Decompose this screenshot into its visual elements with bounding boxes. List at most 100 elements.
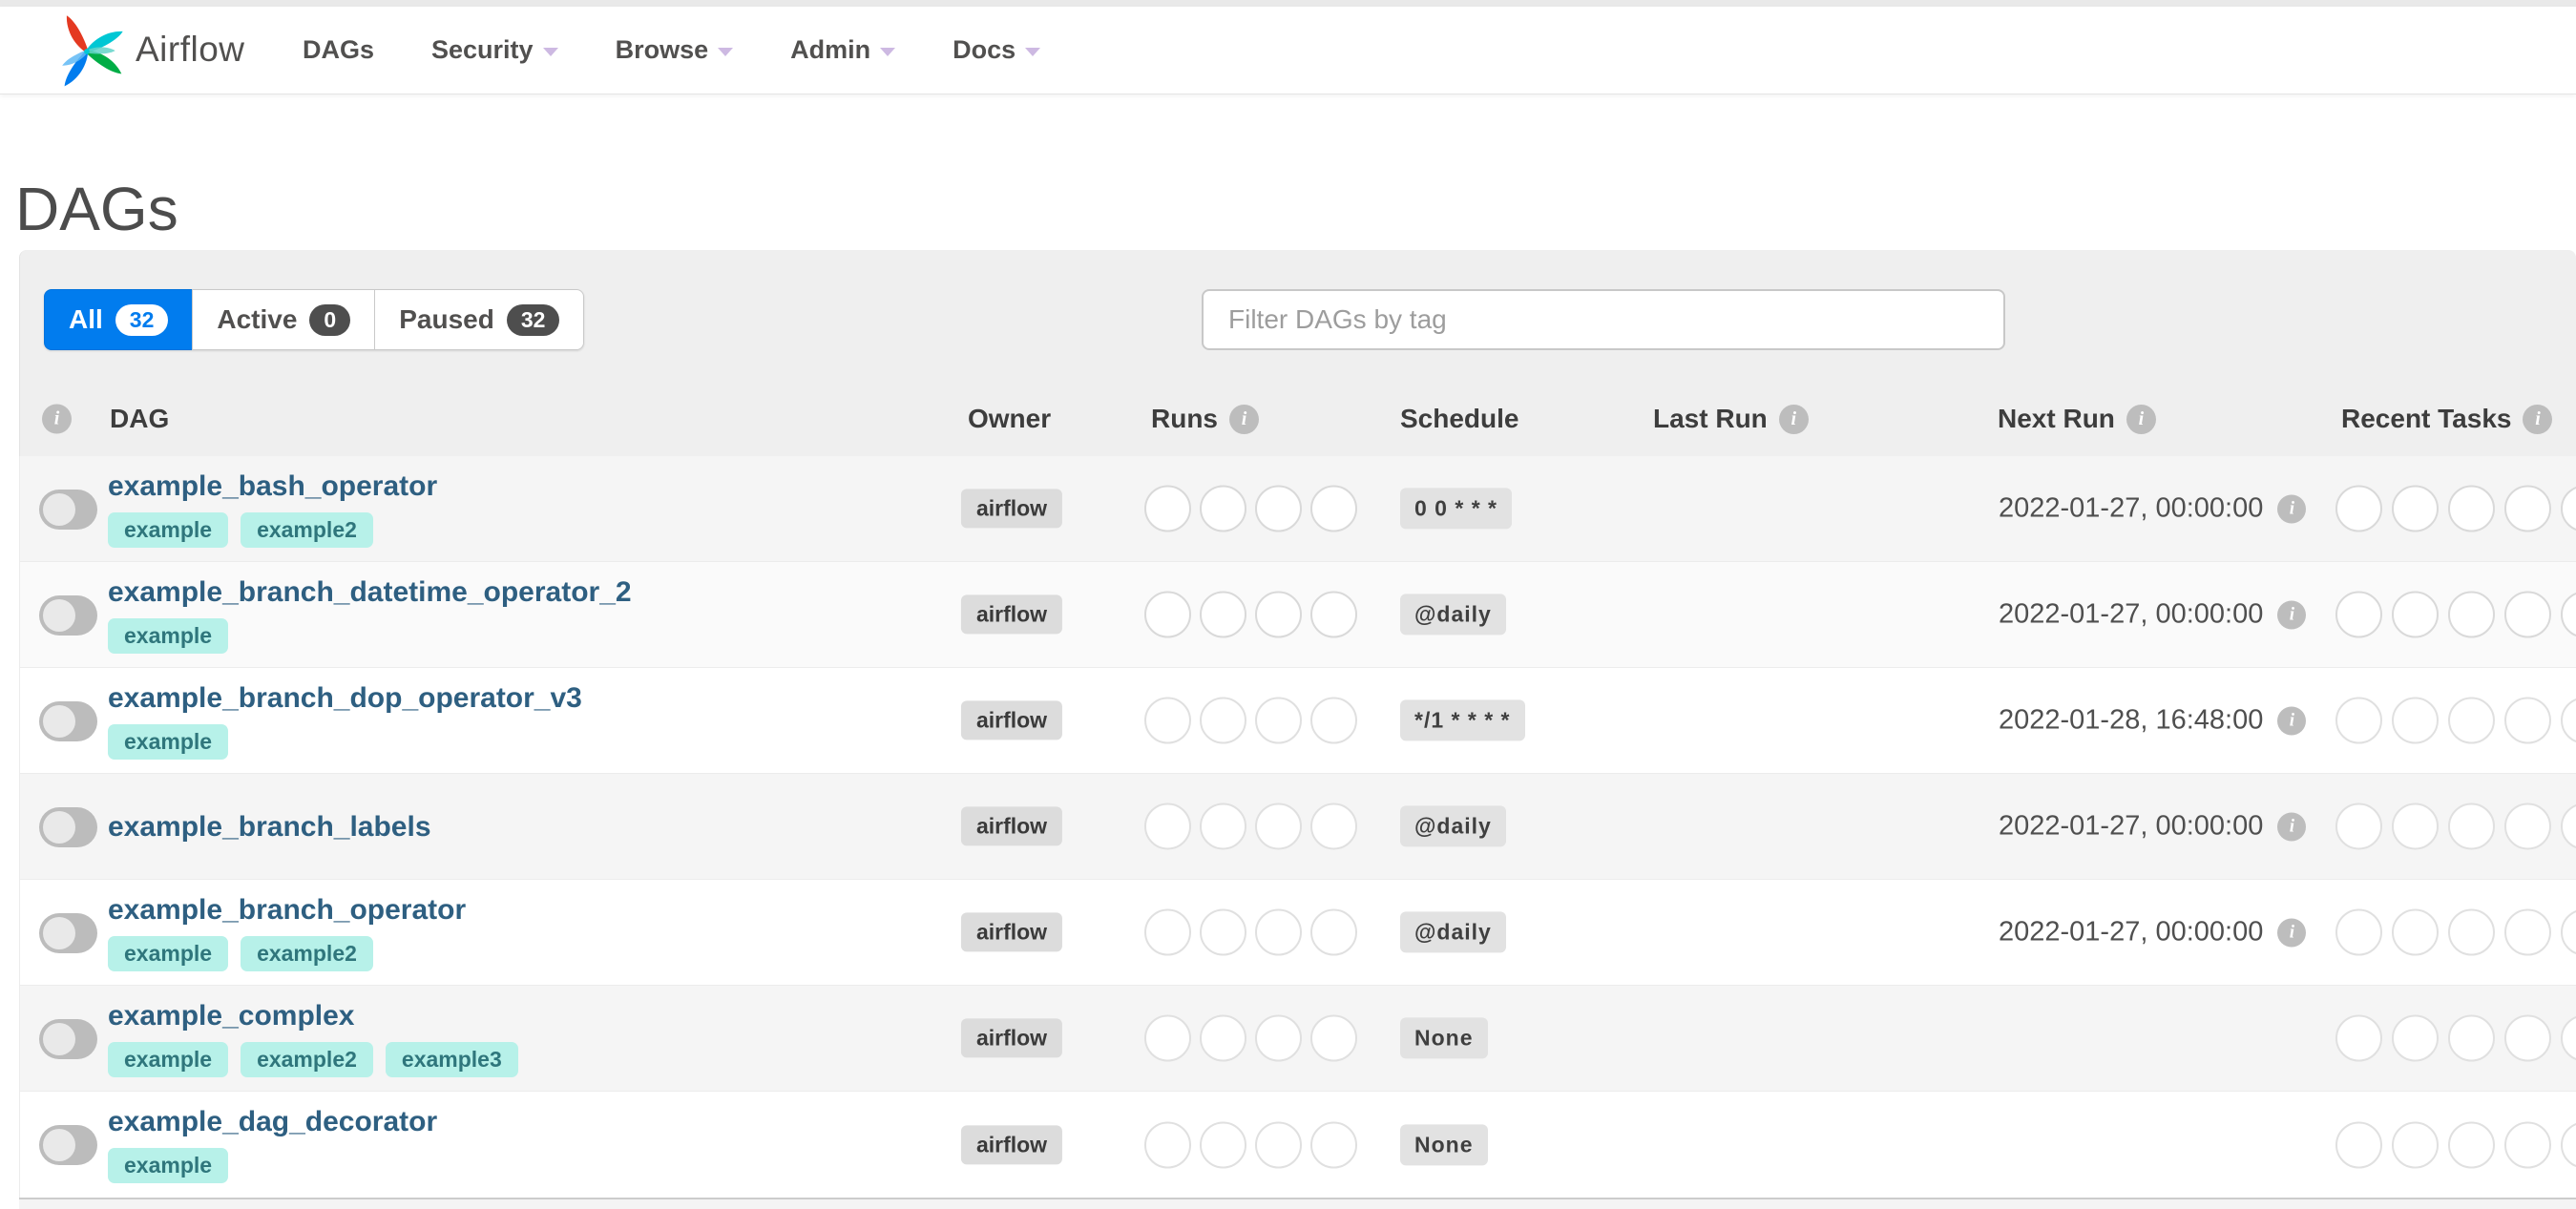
run-status-circle[interactable] bbox=[1310, 1121, 1357, 1168]
nav-item-dags[interactable]: DAGs bbox=[303, 35, 374, 65]
run-status-circle[interactable] bbox=[1200, 1121, 1246, 1168]
recent-task-circle[interactable] bbox=[2392, 485, 2439, 532]
recent-task-circle[interactable] bbox=[2392, 1121, 2439, 1168]
owner-badge[interactable]: airflow bbox=[960, 806, 1063, 846]
dag-tag[interactable]: example bbox=[108, 723, 229, 761]
dag-tag[interactable]: example bbox=[108, 1147, 229, 1184]
run-status-circle[interactable] bbox=[1144, 591, 1191, 638]
column-header-owner[interactable]: Owner bbox=[968, 404, 1051, 434]
recent-task-circle[interactable] bbox=[2504, 1014, 2551, 1062]
run-status-circle[interactable] bbox=[1255, 485, 1302, 532]
run-status-circle[interactable] bbox=[1310, 591, 1357, 638]
recent-task-circle[interactable] bbox=[2392, 908, 2439, 956]
recent-task-circle[interactable] bbox=[2392, 803, 2439, 850]
recent-task-circle[interactable] bbox=[2335, 485, 2382, 532]
run-status-circle[interactable] bbox=[1200, 485, 1246, 532]
column-header-lastrun[interactable]: Last Run i bbox=[1653, 404, 1809, 434]
dag-pause-toggle[interactable] bbox=[39, 1125, 97, 1165]
run-status-circle[interactable] bbox=[1144, 697, 1191, 744]
dag-pause-toggle[interactable] bbox=[39, 1019, 97, 1059]
recent-task-circle[interactable] bbox=[2335, 591, 2382, 638]
recent-task-circle[interactable] bbox=[2335, 1121, 2382, 1168]
dag-pause-toggle[interactable] bbox=[39, 595, 97, 636]
run-status-circle[interactable] bbox=[1200, 591, 1246, 638]
run-status-circle[interactable] bbox=[1310, 485, 1357, 532]
recent-task-circle[interactable] bbox=[2335, 908, 2382, 956]
recent-task-circle[interactable] bbox=[2448, 1121, 2495, 1168]
dag-pause-toggle[interactable] bbox=[39, 701, 97, 741]
recent-task-circle[interactable] bbox=[2561, 908, 2576, 956]
recent-task-circle[interactable] bbox=[2448, 591, 2495, 638]
recent-task-circle[interactable] bbox=[2504, 908, 2551, 956]
tab-active[interactable]: Active 0 bbox=[192, 289, 376, 350]
run-status-circle[interactable] bbox=[1255, 1121, 1302, 1168]
dag-link[interactable]: example_bash_operator bbox=[108, 470, 437, 503]
nav-item-docs[interactable]: Docs bbox=[953, 35, 1041, 65]
recent-task-circle[interactable] bbox=[2392, 697, 2439, 744]
nav-item-admin[interactable]: Admin bbox=[790, 35, 896, 65]
recent-task-circle[interactable] bbox=[2448, 908, 2495, 956]
recent-task-circle[interactable] bbox=[2561, 1014, 2576, 1062]
run-status-circle[interactable] bbox=[1310, 1014, 1357, 1062]
recent-task-circle[interactable] bbox=[2392, 591, 2439, 638]
tab-paused[interactable]: Paused 32 bbox=[374, 289, 585, 350]
column-header-recent[interactable]: Recent Tasks i bbox=[2341, 404, 2553, 434]
recent-task-circle[interactable] bbox=[2561, 697, 2576, 744]
run-status-circle[interactable] bbox=[1255, 803, 1302, 850]
run-status-circle[interactable] bbox=[1200, 908, 1246, 956]
recent-task-circle[interactable] bbox=[2335, 1014, 2382, 1062]
column-header-schedule[interactable]: Schedule bbox=[1400, 404, 1518, 434]
dag-link[interactable]: example_dag_decorator bbox=[108, 1106, 437, 1138]
airflow-logo-icon[interactable] bbox=[44, 9, 130, 94]
dag-tag[interactable]: example bbox=[108, 511, 229, 549]
dag-link[interactable]: example_branch_labels bbox=[108, 811, 431, 844]
recent-task-circle[interactable] bbox=[2561, 1121, 2576, 1168]
run-status-circle[interactable] bbox=[1144, 803, 1191, 850]
tab-all[interactable]: All 32 bbox=[44, 289, 194, 350]
owner-badge[interactable]: airflow bbox=[960, 594, 1063, 635]
owner-badge[interactable]: airflow bbox=[960, 700, 1063, 740]
tag-filter-input[interactable] bbox=[1202, 289, 2005, 350]
dag-pause-toggle[interactable] bbox=[39, 807, 97, 847]
recent-task-circle[interactable] bbox=[2392, 1014, 2439, 1062]
column-header-dag[interactable]: DAG bbox=[110, 404, 169, 434]
recent-task-circle[interactable] bbox=[2448, 803, 2495, 850]
recent-task-circle[interactable] bbox=[2504, 803, 2551, 850]
dag-tag[interactable]: example2 bbox=[241, 935, 373, 972]
run-status-circle[interactable] bbox=[1255, 908, 1302, 956]
dag-link[interactable]: example_branch_datetime_operator_2 bbox=[108, 576, 632, 609]
run-status-circle[interactable] bbox=[1200, 803, 1246, 850]
run-status-circle[interactable] bbox=[1144, 1014, 1191, 1062]
owner-badge[interactable]: airflow bbox=[960, 489, 1063, 529]
owner-badge[interactable]: airflow bbox=[960, 912, 1063, 952]
nav-item-browse[interactable]: Browse bbox=[616, 35, 734, 65]
recent-task-circle[interactable] bbox=[2561, 485, 2576, 532]
recent-task-circle[interactable] bbox=[2504, 1121, 2551, 1168]
dag-link[interactable]: example_branch_operator bbox=[108, 894, 466, 927]
column-header-runs[interactable]: Runs i bbox=[1151, 404, 1259, 434]
recent-task-circle[interactable] bbox=[2504, 697, 2551, 744]
run-status-circle[interactable] bbox=[1144, 485, 1191, 532]
run-status-circle[interactable] bbox=[1144, 1121, 1191, 1168]
recent-task-circle[interactable] bbox=[2335, 803, 2382, 850]
recent-task-circle[interactable] bbox=[2448, 485, 2495, 532]
dag-tag[interactable]: example2 bbox=[241, 511, 373, 549]
recent-task-circle[interactable] bbox=[2504, 485, 2551, 532]
recent-task-circle[interactable] bbox=[2504, 591, 2551, 638]
dag-pause-toggle[interactable] bbox=[39, 490, 97, 530]
dag-tag[interactable]: example bbox=[108, 617, 229, 655]
dag-link[interactable]: example_complex bbox=[108, 1000, 518, 1032]
dag-link[interactable]: example_branch_dop_operator_v3 bbox=[108, 682, 582, 715]
dag-tag[interactable]: example2 bbox=[241, 1041, 373, 1078]
run-status-circle[interactable] bbox=[1310, 697, 1357, 744]
run-status-circle[interactable] bbox=[1255, 697, 1302, 744]
owner-badge[interactable]: airflow bbox=[960, 1018, 1063, 1058]
run-status-circle[interactable] bbox=[1200, 1014, 1246, 1062]
brand-name[interactable]: Airflow bbox=[136, 7, 245, 93]
run-status-circle[interactable] bbox=[1144, 908, 1191, 956]
run-status-circle[interactable] bbox=[1200, 697, 1246, 744]
run-status-circle[interactable] bbox=[1310, 803, 1357, 850]
dag-pause-toggle[interactable] bbox=[39, 913, 97, 953]
owner-badge[interactable]: airflow bbox=[960, 1124, 1063, 1165]
dag-tag[interactable]: example bbox=[108, 1041, 229, 1078]
